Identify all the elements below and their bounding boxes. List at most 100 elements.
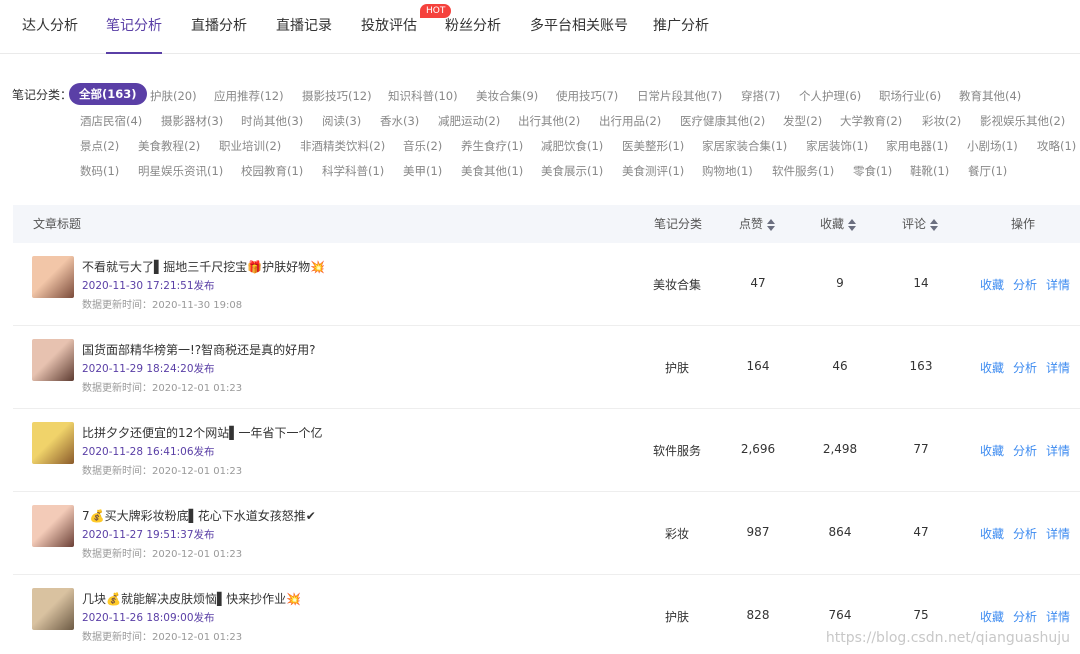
note-thumbnail[interactable] bbox=[32, 505, 74, 547]
category-item[interactable]: 应用推荐(12) bbox=[214, 87, 284, 105]
note-thumbnail[interactable] bbox=[32, 422, 74, 464]
sort-icon[interactable] bbox=[767, 218, 776, 231]
detail-link[interactable]: 详情 bbox=[1046, 527, 1070, 541]
header-comments[interactable]: 评论 bbox=[902, 205, 939, 243]
category-item[interactable]: 阅读(3) bbox=[322, 112, 361, 130]
note-thumbnail[interactable] bbox=[32, 339, 74, 381]
category-item[interactable]: 美食测评(1) bbox=[622, 162, 684, 180]
collect-link[interactable]: 收藏 bbox=[980, 444, 1004, 458]
category-item[interactable]: 科学科普(1) bbox=[322, 162, 384, 180]
category-item[interactable]: 知识科普(10) bbox=[388, 87, 458, 105]
tab-live-analysis[interactable]: 直播分析 bbox=[191, 0, 247, 54]
note-thumbnail[interactable] bbox=[32, 256, 74, 298]
category-item[interactable]: 景点(2) bbox=[80, 137, 119, 155]
category-item[interactable]: 养生食疗(1) bbox=[461, 137, 523, 155]
category-item[interactable]: 家居家装合集(1) bbox=[702, 137, 787, 155]
category-item[interactable]: 教育其他(4) bbox=[959, 87, 1021, 105]
category-item[interactable]: 发型(2) bbox=[783, 112, 822, 130]
collect-link[interactable]: 收藏 bbox=[980, 610, 1004, 624]
category-item[interactable]: 美甲(1) bbox=[403, 162, 442, 180]
category-item[interactable]: 美食展示(1) bbox=[541, 162, 603, 180]
category-item[interactable]: 数码(1) bbox=[80, 162, 119, 180]
note-title[interactable]: 比拼夕夕还便宜的12个网站▌一年省下一个亿 bbox=[82, 424, 323, 441]
category-item[interactable]: 时尚其他(3) bbox=[241, 112, 303, 130]
tab-ad-evaluation[interactable]: 投放评估 bbox=[361, 0, 417, 54]
note-publish-time: 2020-11-30 17:21:51发布 bbox=[82, 280, 215, 292]
detail-link[interactable]: 详情 bbox=[1046, 278, 1070, 292]
analyze-link[interactable]: 分析 bbox=[1013, 361, 1037, 375]
tab-multi-platform-accounts[interactable]: 多平台相关账号 bbox=[530, 0, 628, 54]
category-item[interactable]: 减肥饮食(1) bbox=[541, 137, 603, 155]
category-item[interactable]: 美妆合集(9) bbox=[476, 87, 538, 105]
category-item[interactable]: 购物地(1) bbox=[702, 162, 753, 180]
category-item[interactable]: 鞋靴(1) bbox=[910, 162, 949, 180]
category-item[interactable]: 减肥运动(2) bbox=[438, 112, 500, 130]
analyze-link[interactable]: 分析 bbox=[1013, 610, 1037, 624]
note-update-time: 数据更新时间：2020-12-01 01:23 bbox=[82, 466, 243, 477]
header-collects[interactable]: 收藏 bbox=[820, 205, 857, 243]
category-item[interactable]: 摄影器材(3) bbox=[161, 112, 223, 130]
category-filter-label: 笔记分类： bbox=[12, 88, 73, 102]
sort-icon[interactable] bbox=[930, 218, 939, 231]
category-item[interactable]: 酒店民宿(4) bbox=[80, 112, 142, 130]
note-title[interactable]: 几块💰就能解决皮肤烦恼▌快来抄作业💥 bbox=[82, 590, 301, 607]
category-item[interactable]: 大学教育(2) bbox=[840, 112, 902, 130]
header-collects-label: 收藏 bbox=[820, 217, 845, 231]
analyze-link[interactable]: 分析 bbox=[1013, 444, 1037, 458]
analyze-link[interactable]: 分析 bbox=[1013, 527, 1037, 541]
row-actions: 收藏 分析 详情 bbox=[980, 608, 1079, 625]
category-item[interactable]: 摄影技巧(12) bbox=[302, 87, 372, 105]
collect-link[interactable]: 收藏 bbox=[980, 278, 1004, 292]
category-item[interactable]: 护肤(20) bbox=[150, 87, 197, 105]
note-title[interactable]: 不看就亏大了▌掘地三千尺挖宝🎁护肤好物💥 bbox=[82, 258, 325, 275]
category-item[interactable]: 彩妆(2) bbox=[922, 112, 961, 130]
category-item[interactable]: 音乐(2) bbox=[403, 137, 442, 155]
category-item[interactable]: 出行用品(2) bbox=[599, 112, 661, 130]
sort-icon[interactable] bbox=[848, 218, 857, 231]
tab-promotion-analysis[interactable]: 推广分析 bbox=[653, 0, 709, 54]
category-item[interactable]: 明星娱乐资讯(1) bbox=[138, 162, 223, 180]
category-item[interactable]: 使用技巧(7) bbox=[556, 87, 618, 105]
category-item[interactable]: 职场行业(6) bbox=[879, 87, 941, 105]
category-item[interactable]: 家居装饰(1) bbox=[806, 137, 868, 155]
note-comments: 163 bbox=[909, 359, 933, 373]
note-title[interactable]: 国货面部精华榜第一!?智商税还是真的好用? bbox=[82, 341, 316, 358]
category-all[interactable]: 全部(163) bbox=[69, 83, 147, 105]
category-item[interactable]: 攻略(1) bbox=[1037, 137, 1076, 155]
collect-link[interactable]: 收藏 bbox=[980, 361, 1004, 375]
category-item[interactable]: 家用电器(1) bbox=[886, 137, 948, 155]
category-item[interactable]: 美食教程(2) bbox=[138, 137, 200, 155]
category-item[interactable]: 穿搭(7) bbox=[741, 87, 780, 105]
category-item[interactable]: 非酒精类饮料(2) bbox=[300, 137, 385, 155]
category-item[interactable]: 美食其他(1) bbox=[461, 162, 523, 180]
header-comments-label: 评论 bbox=[902, 217, 927, 231]
category-item[interactable]: 出行其他(2) bbox=[518, 112, 580, 130]
detail-link[interactable]: 详情 bbox=[1046, 361, 1070, 375]
tab-fans-analysis[interactable]: 粉丝分析 bbox=[445, 0, 501, 54]
category-item[interactable]: 餐厅(1) bbox=[968, 162, 1007, 180]
category-item[interactable]: 零食(1) bbox=[853, 162, 892, 180]
row-actions: 收藏 分析 详情 bbox=[980, 276, 1079, 293]
category-item[interactable]: 影视娱乐其他(2) bbox=[980, 112, 1065, 130]
analyze-link[interactable]: 分析 bbox=[1013, 278, 1037, 292]
detail-link[interactable]: 详情 bbox=[1046, 610, 1070, 624]
detail-link[interactable]: 详情 bbox=[1046, 444, 1070, 458]
category-item[interactable]: 医美整形(1) bbox=[622, 137, 684, 155]
category-item[interactable]: 香水(3) bbox=[380, 112, 419, 130]
collect-link[interactable]: 收藏 bbox=[980, 527, 1004, 541]
note-thumbnail[interactable] bbox=[32, 588, 74, 630]
category-item[interactable]: 软件服务(1) bbox=[772, 162, 834, 180]
category-item[interactable]: 职业培训(2) bbox=[219, 137, 281, 155]
category-item[interactable]: 个人护理(6) bbox=[799, 87, 861, 105]
tab-live-records[interactable]: 直播记录 bbox=[276, 0, 332, 54]
note-collects: 46 bbox=[832, 359, 848, 373]
tab-influencer-analysis[interactable]: 达人分析 bbox=[22, 0, 78, 54]
note-category: 美妆合集 bbox=[652, 278, 701, 292]
header-likes[interactable]: 点赞 bbox=[739, 205, 776, 243]
note-title[interactable]: 7💰买大牌彩妆粉底▌花心下水道女孩怒推✔ bbox=[82, 507, 316, 524]
category-item[interactable]: 医疗健康其他(2) bbox=[680, 112, 765, 130]
category-item[interactable]: 日常片段其他(7) bbox=[637, 87, 722, 105]
tab-note-analysis[interactable]: 笔记分析 bbox=[106, 0, 162, 54]
category-item[interactable]: 校园教育(1) bbox=[241, 162, 303, 180]
category-item[interactable]: 小剧场(1) bbox=[967, 137, 1018, 155]
